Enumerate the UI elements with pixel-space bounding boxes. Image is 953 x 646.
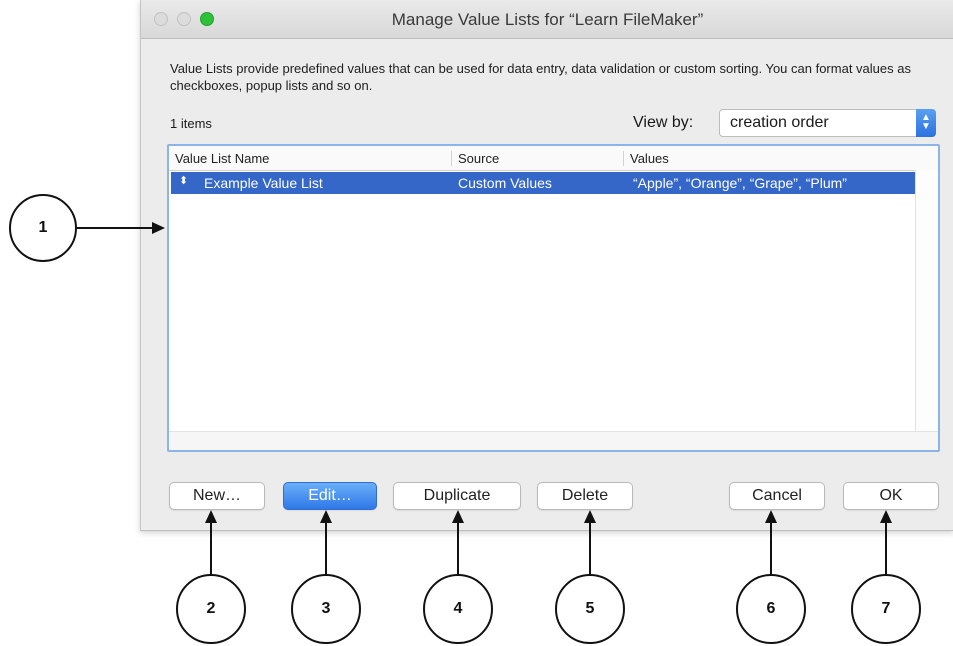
- callout-label-4: 4: [453, 600, 463, 617]
- callout-label-6: 6: [766, 600, 776, 617]
- callout-label-3: 3: [321, 600, 331, 617]
- callout-label-2: 2: [206, 600, 216, 617]
- callout-label-5: 5: [585, 600, 595, 617]
- callout-label-1: 1: [38, 219, 48, 236]
- figure: Manage Value Lists for “Learn FileMaker”…: [0, 0, 953, 646]
- callout-label-7: 7: [881, 600, 891, 617]
- callout-arrows: [9, 194, 921, 644]
- arrowhead: [152, 222, 165, 234]
